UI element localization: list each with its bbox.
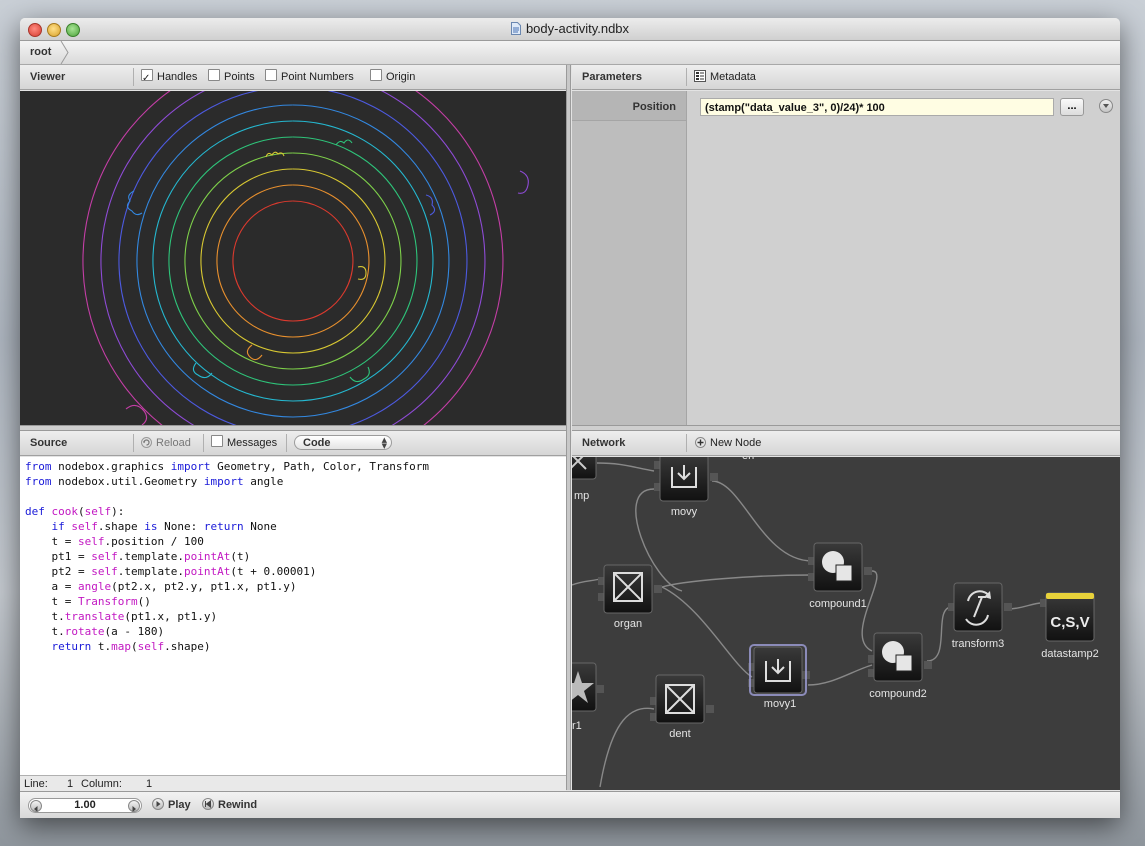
divider bbox=[686, 68, 687, 86]
rewind-icon bbox=[202, 798, 214, 810]
line-value: 1 bbox=[67, 778, 74, 790]
breadcrumb: root bbox=[20, 41, 1120, 65]
editor-status-bar: Line: 1 Column: 1 bbox=[20, 775, 566, 792]
checkbox-icon bbox=[211, 435, 223, 447]
node-r1[interactable]: r1 bbox=[572, 662, 604, 732]
points-checkbox[interactable]: Points bbox=[208, 65, 255, 89]
point-numbers-checkbox[interactable]: Point Numbers bbox=[265, 65, 354, 89]
rewind-button[interactable]: Rewind bbox=[202, 792, 257, 818]
viewer-title: Viewer bbox=[30, 71, 66, 83]
code-text[interactable]: from nodebox.graphics import Geometry, P… bbox=[20, 457, 566, 656]
viewer-drawing bbox=[82, 50, 529, 472]
divider bbox=[133, 434, 134, 452]
messages-checkbox[interactable]: Messages bbox=[211, 431, 277, 455]
node-compound1[interactable]: compound1 bbox=[808, 542, 872, 610]
code-editor[interactable]: from nodebox.graphics import Geometry, P… bbox=[20, 457, 566, 775]
window-title: body-activity.ndbx bbox=[525, 21, 630, 36]
network-title: Network bbox=[582, 437, 626, 449]
play-icon bbox=[152, 798, 164, 810]
column-value: 1 bbox=[146, 778, 153, 790]
metadata-button[interactable]: Metadata bbox=[694, 65, 756, 89]
divider bbox=[133, 68, 134, 86]
vertical-split-handle[interactable] bbox=[566, 65, 571, 790]
column-label: Column: bbox=[81, 778, 122, 790]
play-button[interactable]: Play bbox=[152, 792, 191, 818]
svg-text:en: en bbox=[742, 457, 754, 462]
network-graph: mp movy en bbox=[572, 457, 1099, 788]
node-movy1[interactable]: movy1 bbox=[748, 644, 810, 710]
line-label: Line: bbox=[24, 778, 48, 790]
parameters-title[interactable]: Parameters bbox=[582, 65, 642, 89]
expression-editor-button[interactable]: ... bbox=[1060, 98, 1084, 116]
parameters-panel: Position (stamp("data_value_3", 0)/24)* … bbox=[572, 91, 1120, 425]
node-compound2[interactable]: compound2 bbox=[868, 632, 932, 700]
metadata-icon bbox=[694, 70, 706, 82]
parameter-menu-button[interactable] bbox=[1099, 99, 1113, 113]
reload-button[interactable]: Reload bbox=[141, 431, 191, 455]
position-expression-field[interactable]: (stamp("data_value_3", 0)/24)* 100 bbox=[700, 98, 1054, 116]
network-canvas[interactable]: mp movy en bbox=[572, 457, 1120, 790]
node-transform3[interactable]: transform3 bbox=[948, 582, 1012, 650]
node-label: movy bbox=[671, 506, 698, 518]
node-organ[interactable]: organ bbox=[598, 564, 662, 630]
node-datastamp2[interactable]: C,S,V datastamp2 bbox=[1040, 592, 1099, 660]
frame-stepper[interactable]: 1.00 bbox=[28, 798, 142, 813]
playback-bar: 1.00 Play Rewind bbox=[20, 791, 1120, 818]
triangle-right-icon bbox=[132, 806, 136, 812]
origin-checkbox[interactable]: Origin bbox=[370, 65, 415, 89]
checkbox-icon bbox=[208, 69, 220, 81]
handles-checkbox[interactable]: Handles bbox=[141, 65, 197, 91]
title-bar: body-activity.ndbx bbox=[20, 18, 1120, 41]
plus-icon bbox=[695, 437, 706, 448]
triangle-left-icon bbox=[34, 806, 38, 812]
reload-icon bbox=[141, 437, 152, 448]
frame-increment-button[interactable] bbox=[128, 800, 140, 812]
node-label: organ bbox=[614, 618, 642, 630]
document-icon bbox=[510, 22, 521, 35]
divider bbox=[286, 434, 287, 452]
rendered-flag bbox=[1046, 593, 1094, 599]
checkbox-icon bbox=[370, 69, 382, 81]
parameter-labels-column: Position bbox=[572, 91, 687, 425]
node-dent[interactable]: dent bbox=[650, 674, 714, 740]
datastamp-icon: C,S,V bbox=[1050, 614, 1089, 631]
source-mode-select[interactable]: Code ▲ ▼ bbox=[294, 435, 392, 450]
node-label: movy1 bbox=[764, 698, 796, 710]
node-label: datastamp2 bbox=[1041, 648, 1098, 660]
node-label: dent bbox=[669, 728, 690, 740]
node-label: compound1 bbox=[809, 598, 867, 610]
position-label: Position bbox=[572, 91, 686, 121]
breadcrumb-root[interactable]: root bbox=[20, 41, 61, 64]
new-node-button[interactable]: New Node bbox=[695, 431, 761, 455]
frame-value[interactable]: 1.00 bbox=[47, 799, 123, 812]
viewer-header: Viewer Handles Points Point Numbers Orig… bbox=[20, 65, 566, 91]
node-movy[interactable]: movy en bbox=[654, 457, 754, 518]
select-arrows-icon: ▲ ▼ bbox=[381, 436, 387, 450]
parameters-header: Parameters Metadata bbox=[572, 65, 1120, 90]
network-header: Network New Node bbox=[572, 431, 1120, 456]
node-label: mp bbox=[574, 490, 589, 502]
breadcrumb-chevron-icon bbox=[60, 41, 69, 64]
divider bbox=[203, 434, 204, 452]
node-label: transform3 bbox=[952, 638, 1005, 650]
source-header: Source Reload Messages Code ▲ ▼ bbox=[20, 431, 566, 456]
app-window: body-activity.ndbx root Viewer Handles P… bbox=[20, 18, 1120, 818]
node-label: r1 bbox=[572, 720, 582, 732]
source-title: Source bbox=[30, 437, 68, 449]
divider bbox=[686, 434, 687, 452]
checkbox-checked-icon bbox=[141, 67, 153, 91]
checkbox-icon bbox=[265, 69, 277, 81]
window-title-wrap: body-activity.ndbx bbox=[20, 21, 1120, 36]
node-stamp-partial[interactable]: mp bbox=[572, 457, 597, 502]
node-label: compound2 bbox=[869, 688, 927, 700]
frame-decrement-button[interactable] bbox=[30, 800, 42, 812]
viewer-canvas[interactable] bbox=[20, 50, 566, 472]
